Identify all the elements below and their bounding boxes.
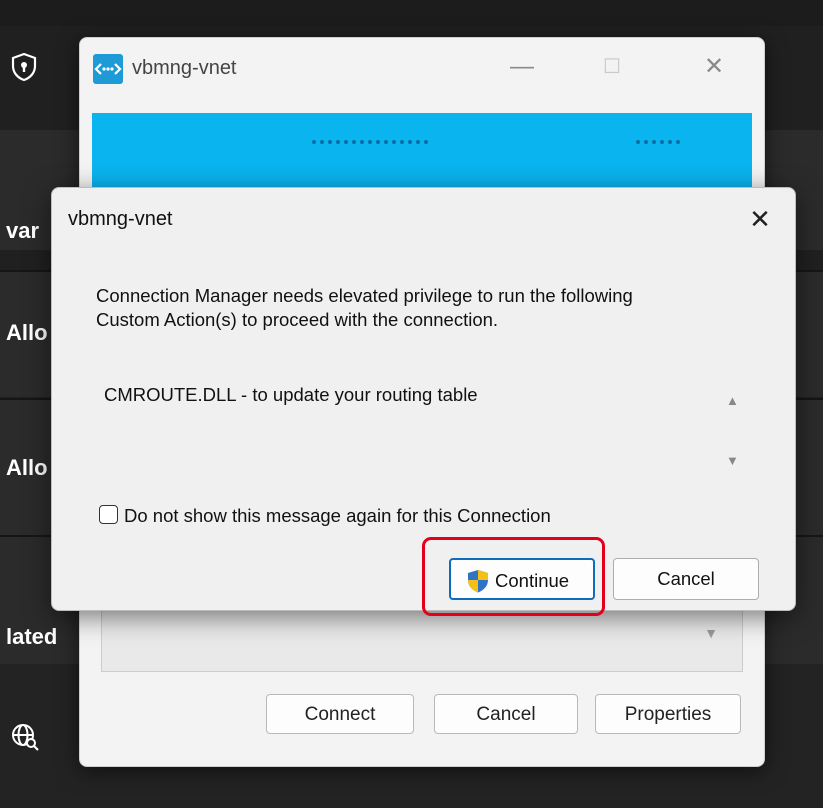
dont-show-again-checkbox[interactable]	[99, 505, 118, 524]
chevron-down-icon: ▼	[704, 625, 718, 641]
connect-button[interactable]: Connect	[266, 694, 414, 734]
bg-label-fragment: lated	[6, 624, 58, 649]
properties-button[interactable]: Properties	[595, 694, 741, 734]
network-connection-icon	[93, 54, 123, 84]
dialog-title: vbmng-vnet	[68, 208, 173, 230]
window-title: vbmng-vnet	[132, 57, 237, 79]
custom-action-list[interactable]: CMROUTE.DLL - to update your routing tab…	[96, 370, 716, 480]
bg-band	[0, 0, 823, 26]
maximize-button[interactable]: ☐	[592, 52, 632, 82]
globe-search-icon	[12, 724, 39, 751]
minimize-button[interactable]: —	[502, 52, 542, 82]
highlight-annotation	[422, 537, 605, 616]
cancel-button[interactable]: Cancel	[434, 694, 578, 734]
message-line: Connection Manager needs elevated privil…	[96, 285, 633, 306]
bg-label-fragment: var	[6, 218, 40, 243]
scroll-down-icon[interactable]: ▼	[726, 453, 739, 468]
shield-lock-icon	[11, 52, 37, 82]
close-button[interactable]: ✕	[694, 52, 734, 82]
bg-label-fragment: Allo	[6, 320, 48, 345]
message-line: Custom Action(s) to proceed with the con…	[96, 309, 499, 330]
scroll-up-icon[interactable]: ▲	[726, 393, 739, 408]
checkbox-label[interactable]: Do not show this message again for this …	[124, 505, 551, 527]
cancel-button[interactable]: Cancel	[613, 558, 759, 600]
banner-dots	[636, 131, 684, 144]
window-titlebar[interactable]: vbmng-vnet — ☐ ✕	[80, 38, 764, 102]
banner-dots	[312, 131, 432, 144]
close-icon[interactable]: ✕	[740, 201, 780, 237]
bg-label-fragment: Allo	[6, 455, 48, 480]
dialog-message: Connection Manager needs elevated privil…	[96, 284, 766, 332]
list-item[interactable]: CMROUTE.DLL - to update your routing tab…	[104, 384, 478, 406]
